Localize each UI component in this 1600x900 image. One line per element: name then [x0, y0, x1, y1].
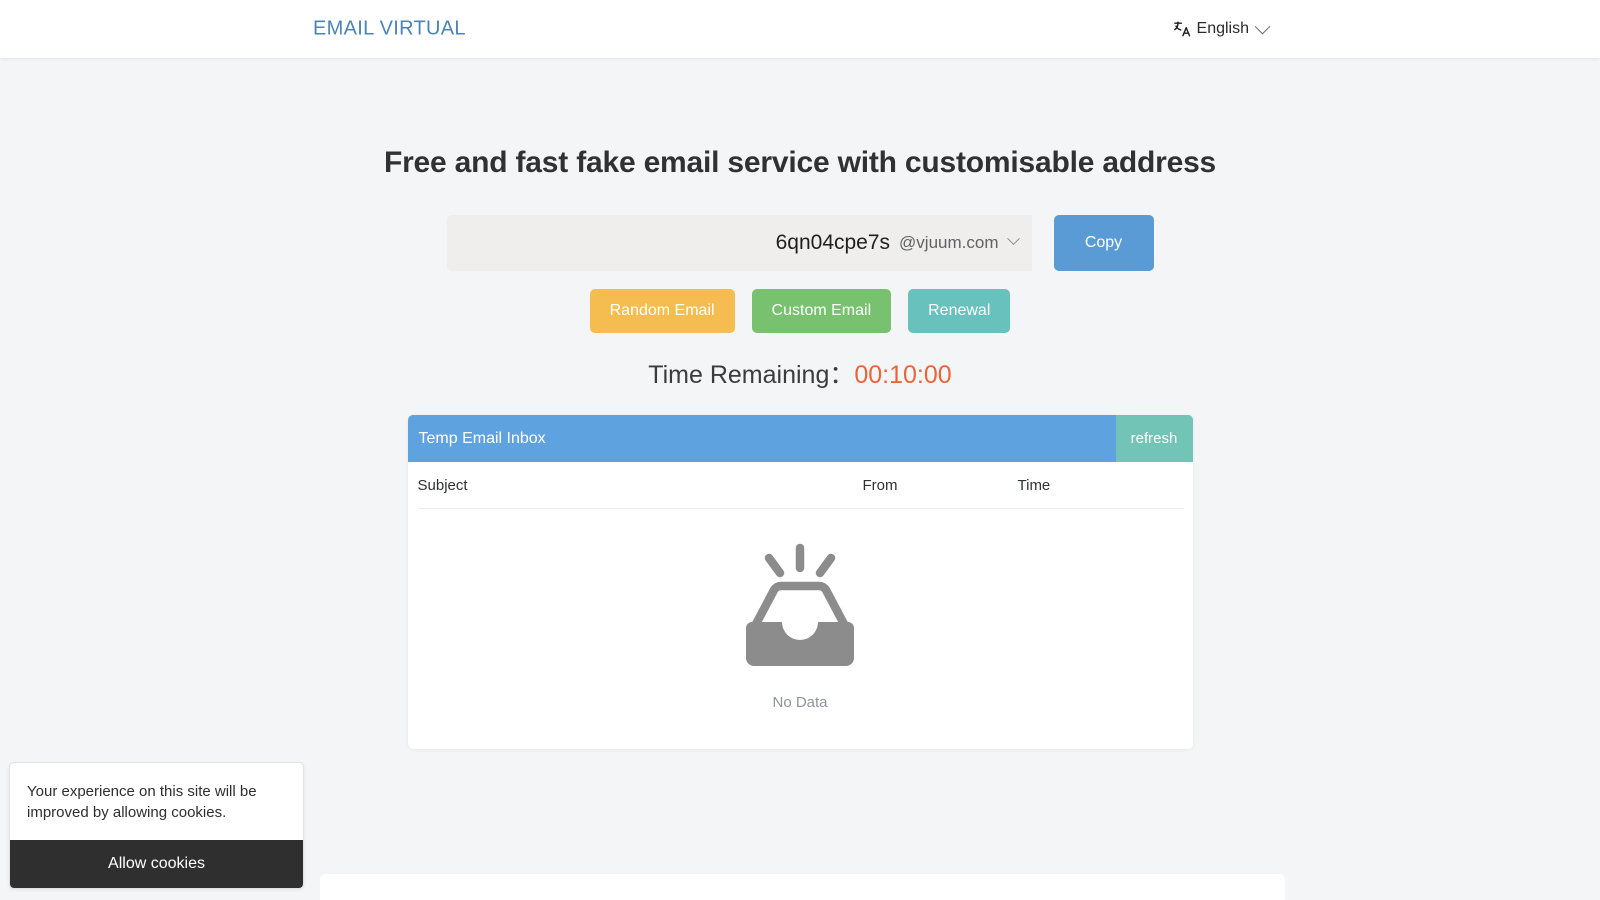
time-remaining-value: 00:10:00 — [854, 361, 952, 389]
allow-cookies-button[interactable]: Allow cookies — [10, 839, 303, 888]
empty-state-label: No Data — [772, 693, 828, 711]
chevron-down-icon — [1254, 18, 1271, 34]
email-address-field[interactable]: 6qn04cpe7s @vjuum.com — [446, 215, 1032, 271]
main-content: Free and fast fake email service with cu… — [0, 58, 1600, 749]
email-username-input[interactable]: 6qn04cpe7s — [776, 231, 890, 255]
footer-panel — [320, 874, 1285, 900]
translate-icon — [1173, 20, 1191, 38]
inbox-card: Temp Email Inbox refresh Subject From Ti… — [407, 415, 1193, 749]
chevron-down-icon[interactable] — [1006, 232, 1020, 246]
inbox-header: Temp Email Inbox refresh — [407, 415, 1193, 462]
site-header: EMAIL VIRTUAL English — [0, 0, 1600, 58]
email-domain-select[interactable]: @vjuum.com — [899, 233, 998, 253]
language-selector[interactable]: English — [1173, 18, 1271, 38]
custom-email-button[interactable]: Custom Email — [751, 289, 892, 333]
inbox-empty-state: No Data — [408, 509, 1193, 749]
column-header-time: Time — [1017, 476, 1051, 494]
copy-button[interactable]: Copy — [1053, 215, 1154, 271]
time-remaining: Time Remaining：00:10:00 — [0, 355, 1600, 391]
refresh-button[interactable]: refresh — [1115, 415, 1193, 462]
email-address-row: 6qn04cpe7s @vjuum.com Copy — [0, 215, 1600, 271]
cookie-message: Your experience on this site will be imp… — [27, 783, 257, 822]
column-header-subject: Subject — [417, 476, 468, 494]
empty-inbox-tray-icon — [727, 536, 873, 686]
inbox-title: Temp Email Inbox — [418, 429, 546, 447]
column-header-from: From — [862, 476, 898, 494]
cookie-consent-banner: Your experience on this site will be imp… — [9, 762, 304, 889]
renewal-button[interactable]: Renewal — [908, 289, 1011, 333]
page-title: Free and fast fake email service with cu… — [383, 146, 1217, 179]
inbox-table-header: Subject From Time — [417, 462, 1183, 509]
random-email-button[interactable]: Random Email — [589, 289, 735, 333]
brand-logo[interactable]: EMAIL VIRTUAL — [313, 18, 466, 41]
language-label: English — [1196, 20, 1249, 37]
action-buttons: Random Email Custom Email Renewal — [0, 289, 1600, 333]
time-remaining-label: Time Remaining： — [648, 361, 855, 389]
